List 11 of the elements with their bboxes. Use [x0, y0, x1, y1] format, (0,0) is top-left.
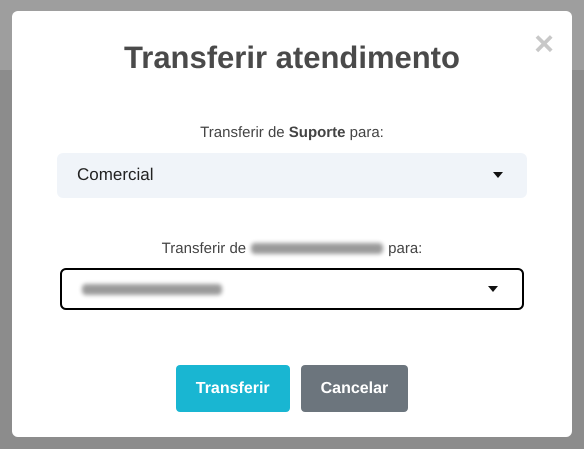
caret-icon — [493, 172, 503, 178]
transfer-button[interactable]: Transferir — [176, 365, 290, 412]
field-label: Transferir de Suporte para: — [200, 123, 384, 143]
caret-icon — [488, 286, 498, 292]
select-field[interactable] — [60, 268, 524, 310]
select-field[interactable]: Comercial — [57, 152, 527, 198]
dialog-title: Transferir atendimento — [124, 39, 460, 77]
field-label: para: — [388, 238, 422, 258]
select-value: Comercial — [77, 164, 154, 186]
field-label: Transferir de — [162, 238, 246, 258]
cancel-button[interactable]: Cancelar — [300, 365, 408, 412]
